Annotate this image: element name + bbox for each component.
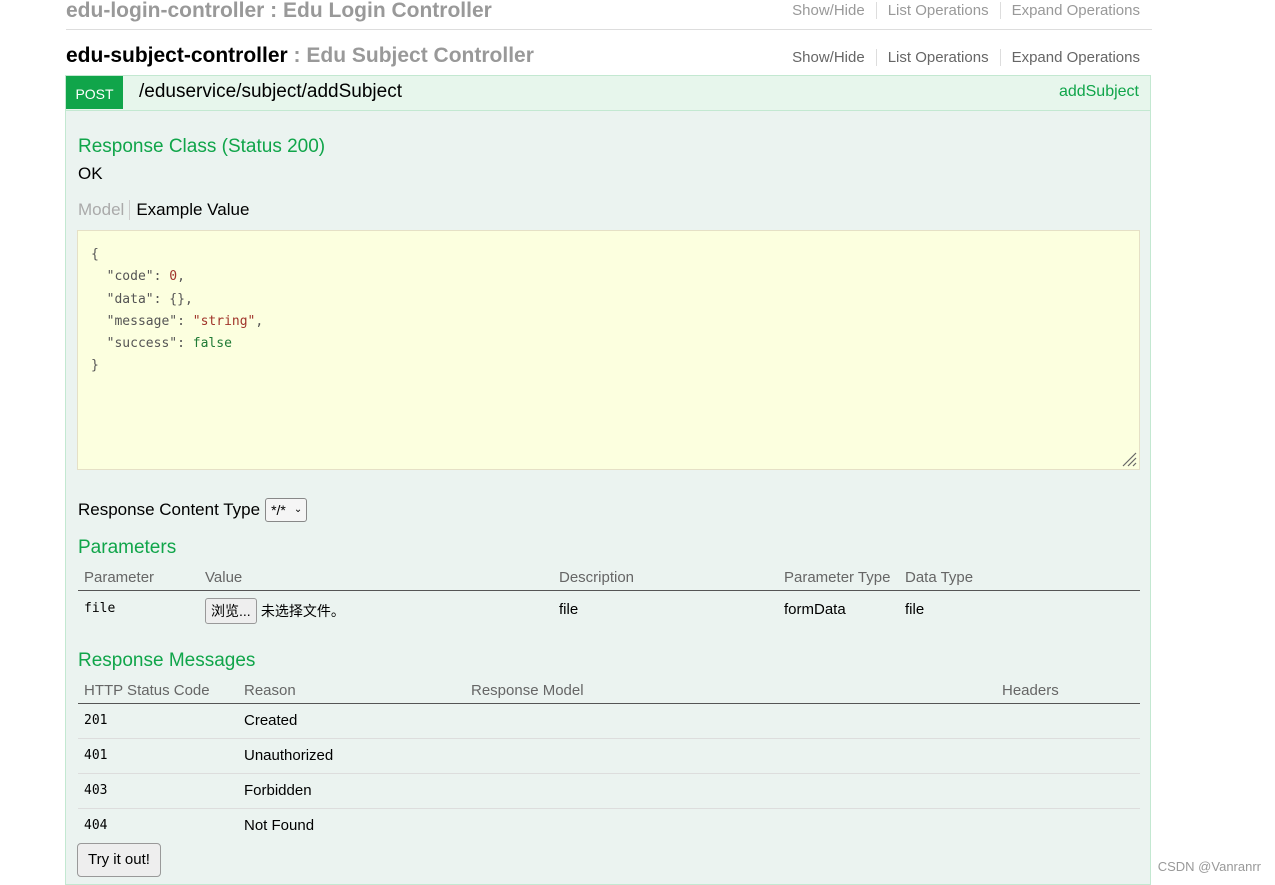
try-it-out-button[interactable]: Try it out! [77, 843, 161, 877]
controller-description: Edu Login Controller [283, 0, 492, 22]
controller-description: Edu Subject Controller [306, 44, 534, 67]
param-value: 浏览... 未选择文件。 [199, 591, 553, 636]
response-content-type: Response Content Type */* ⌄ [78, 498, 308, 522]
status-code: 404 [84, 818, 108, 833]
controller-ops: Show/Hide List Operations Expand Operati… [781, 49, 1140, 66]
col-parameter-type: Parameter Type [778, 564, 899, 591]
table-row: 403 Forbidden [78, 773, 1140, 809]
separator: : [264, 0, 283, 22]
status-reason: Forbidden [238, 773, 465, 809]
parameters-heading: Parameters [78, 537, 177, 558]
col-http-status-code: HTTP Status Code [78, 677, 238, 704]
select-value: */* [271, 502, 286, 518]
param-type: formData [784, 601, 846, 618]
show-hide-link[interactable]: Show/Hide [781, 2, 876, 19]
watermark: CSDN @Vanranrr [1157, 859, 1261, 874]
col-description: Description [553, 564, 778, 591]
controller-header-login: edu-login-controller : Edu Login Control… [66, 0, 1152, 30]
status-code: 403 [78, 773, 238, 809]
col-headers: Headers [996, 677, 1140, 704]
table-row: file 浏览... 未选择文件。 file formData file [78, 591, 1140, 636]
controller-title[interactable]: edu-subject-controller : Edu Subject Con… [66, 44, 534, 68]
controller-ops: Show/Hide List Operations Expand Operati… [781, 2, 1140, 19]
table-row: 201 Created [78, 703, 1140, 739]
param-description: file [559, 601, 579, 618]
no-file-text: 未选择文件。 [260, 603, 345, 619]
status-code: 201 [78, 703, 238, 739]
show-hide-link[interactable]: Show/Hide [781, 49, 876, 66]
parameters-table: Parameter Value Description Parameter Ty… [78, 564, 1140, 635]
expand-operations-link[interactable]: Expand Operations [999, 2, 1140, 19]
controller-header-subject: edu-subject-controller : Edu Subject Con… [66, 30, 1152, 74]
tab-model[interactable]: Model [78, 200, 131, 220]
table-row: 401 Unauthorized [78, 738, 1140, 774]
col-value: Value [199, 564, 553, 591]
table-row: 404 Not Found [78, 809, 1140, 844]
response-content-type-label: Response Content Type [78, 500, 261, 519]
col-reason: Reason [238, 677, 465, 704]
separator: : [287, 44, 307, 67]
list-operations-link[interactable]: List Operations [875, 2, 1000, 19]
col-response-model: Response Model [465, 677, 996, 704]
param-name: file [84, 601, 116, 616]
param-data-type: file [905, 601, 925, 618]
response-content-type-select[interactable]: */* ⌄ [265, 498, 308, 522]
status-reason: Created [238, 703, 465, 739]
http-method-badge[interactable]: POST [66, 76, 123, 109]
response-messages-table: HTTP Status Code Reason Response Model H… [78, 677, 1140, 843]
operation-nickname[interactable]: addSubject [1059, 83, 1139, 101]
operation-heading[interactable]: POST /eduservice/subject/addSubject addS… [66, 76, 1150, 111]
model-tabs: Model Example Value [78, 200, 249, 220]
chevron-down-icon: ⌄ [293, 504, 303, 515]
status-reason: Unauthorized [238, 738, 465, 774]
controller-name[interactable]: edu-login-controller [66, 0, 264, 22]
example-value-box[interactable]: { "code": 0, "data": {}, "message": "str… [77, 230, 1140, 470]
controller-name[interactable]: edu-subject-controller [66, 44, 288, 67]
col-parameter: Parameter [78, 564, 199, 591]
tab-example-value[interactable]: Example Value [130, 200, 249, 220]
response-class-heading: Response Class (Status 200) [78, 136, 326, 157]
response-messages-heading: Response Messages [78, 650, 256, 671]
status-code: 401 [78, 738, 238, 774]
expand-operations-link[interactable]: Expand Operations [999, 49, 1140, 66]
status-reason: Not Found [244, 817, 315, 834]
example-json: { "code": 0, "data": {}, "message": "str… [91, 247, 264, 374]
col-data-type: Data Type [899, 564, 1140, 591]
controller-title[interactable]: edu-login-controller : Edu Login Control… [66, 0, 492, 23]
browse-button[interactable]: 浏览... [205, 598, 257, 624]
operation-path[interactable]: /eduservice/subject/addSubject [139, 81, 402, 103]
list-operations-link[interactable]: List Operations [875, 49, 1000, 66]
operation-panel: POST /eduservice/subject/addSubject addS… [65, 75, 1151, 885]
response-class-value: OK [78, 164, 103, 183]
resize-grip-icon[interactable] [1121, 451, 1137, 467]
